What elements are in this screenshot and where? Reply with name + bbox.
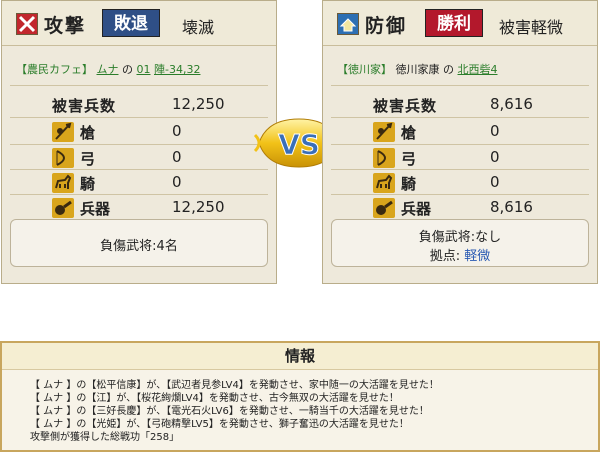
attack-unit-label: 槍 — [80, 124, 96, 142]
defense-role-label: 防御 — [365, 15, 408, 37]
defense-unit-label: 騎 — [401, 175, 417, 193]
attack-unit-row: 兵器 12,250 — [2, 196, 276, 220]
attack-unit-row: 弓 0 — [2, 146, 276, 170]
defense-unit-label: 弓 — [401, 150, 417, 168]
bow-icon — [373, 148, 395, 168]
defense-unit-label: 兵器 — [401, 200, 432, 218]
attack-role-label: 攻撃 — [44, 15, 87, 37]
defense-divider — [331, 85, 589, 86]
defense-unit-row: 弓 0 — [323, 146, 597, 170]
info-heading: 情報 — [2, 343, 598, 370]
bow-icon — [52, 148, 74, 168]
battle-log-entry: 【 ムナ 】の【松平信康】が、【武辺者見参LV4】を発動させ、家中随一の大活躍を… — [30, 380, 439, 391]
defense-unit-row: 騎 0 — [323, 171, 597, 195]
attack-unit-label: 騎 — [80, 175, 96, 193]
defense-place-link[interactable]: 北西砦4 — [458, 63, 498, 76]
defense-alliance-link[interactable]: 【徳川家】 — [337, 63, 392, 76]
attack-title-bar: 攻撃 敗退 壊滅 — [2, 1, 276, 46]
battle-log-entry: 【 ムナ 】の【光姫】が、【弓砲精撃LV5】を発動させ、獅子奮迅の大活躍を見せた… — [30, 419, 409, 430]
defense-damage-label: 被害兵数 — [373, 97, 438, 115]
defense-base-label: 拠点: — [429, 249, 461, 264]
battle-log: 【 ムナ 】の【松平信康】が、【武辺者見参LV4】を発動させ、家中随一の大活躍を… — [30, 379, 439, 444]
defense-unit-value: 0 — [490, 122, 500, 140]
defense-result-text: 被害軽微 — [499, 18, 564, 37]
attack-divider — [10, 169, 268, 170]
defense-panel: 防御 勝利 被害軽微 【徳川家】 徳川家康 の 北西砦4 被害兵数 8,616 … — [322, 0, 598, 284]
defense-unit-row: 槍 0 — [323, 120, 597, 144]
attack-outcome-badge: 敗退 — [102, 9, 160, 37]
attack-unit-value: 0 — [172, 173, 182, 191]
defense-outcome-badge: 勝利 — [425, 9, 483, 37]
attack-coords-link[interactable]: 陣-34,32 — [154, 63, 200, 76]
attack-injured-generals: 負傷武将:4名 — [100, 239, 178, 254]
attack-particle: の — [122, 63, 133, 76]
defense-unit-value: 0 — [490, 148, 500, 166]
defense-base-damage: 拠点: 軽微 — [332, 245, 588, 264]
horse-icon — [373, 173, 395, 193]
spear-icon — [373, 122, 395, 142]
attack-alliance-link[interactable]: 【農民カフェ】 — [16, 63, 93, 76]
attack-unit-value: 12,250 — [172, 198, 225, 216]
attack-unit-value: 0 — [172, 122, 182, 140]
attack-unit-row: 騎 0 — [2, 171, 276, 195]
attack-divider — [10, 85, 268, 86]
weapon-icon — [373, 198, 395, 218]
defense-injured-generals: 負傷武将:なし — [418, 230, 502, 245]
attack-unit-label: 兵器 — [80, 200, 111, 218]
defense-divider — [331, 194, 589, 195]
defense-divider — [331, 144, 589, 145]
attack-divider — [10, 144, 268, 145]
attack-unit-label: 弓 — [80, 150, 96, 168]
defense-unit-value: 0 — [490, 173, 500, 191]
attack-panel: 攻撃 敗退 壊滅 【農民カフェ】 ムナ の 01 陣-34,32 被害兵数 12… — [1, 0, 277, 284]
attack-player-link[interactable]: ムナ — [97, 63, 119, 76]
spear-icon — [52, 122, 74, 142]
attack-location: 【農民カフェ】 ムナ の 01 陣-34,32 — [16, 61, 200, 77]
defense-unit-row: 兵器 8,616 — [323, 196, 597, 220]
attack-unit-value: 0 — [172, 148, 182, 166]
defense-damage-value: 8,616 — [490, 95, 533, 113]
attack-divider — [10, 117, 268, 118]
vs-text: VS — [278, 128, 320, 161]
battle-log-entry: 【 ムナ 】の【三好長慶】が、【電光石火LV6】を発動させ、一騎当千の大活躍を見… — [30, 406, 429, 417]
defense-player-name: 徳川家康 — [395, 63, 440, 76]
attack-damage-label: 被害兵数 — [52, 97, 117, 115]
attack-emblem-icon — [16, 13, 38, 35]
defense-particle: の — [443, 63, 454, 76]
defense-unit-label: 槍 — [401, 124, 417, 142]
attack-damage-value: 12,250 — [172, 95, 225, 113]
attack-damage-row: 被害兵数 12,250 — [2, 93, 276, 117]
defense-base-value: 軽微 — [464, 249, 491, 264]
battle-info-box: 情報 【 ムナ 】の【松平信康】が、【武辺者見参LV4】を発動させ、家中随一の大… — [0, 341, 600, 452]
weapon-icon — [52, 198, 74, 218]
battle-log-entry: 攻撃側が獲得した総戦功「258」 — [30, 432, 180, 443]
defense-emblem-icon — [337, 13, 359, 35]
attack-place-link[interactable]: 01 — [137, 63, 151, 76]
defense-summary-box: 負傷武将:なし 拠点: 軽微 — [331, 219, 589, 267]
defense-divider — [331, 169, 589, 170]
attack-unit-row: 槍 0 — [2, 120, 276, 144]
attack-divider — [10, 194, 268, 195]
defense-damage-row: 被害兵数 8,616 — [323, 93, 597, 117]
defense-divider — [331, 117, 589, 118]
attack-result-text: 壊滅 — [182, 18, 215, 37]
defense-title-bar: 防御 勝利 被害軽微 — [323, 1, 597, 46]
battle-log-entry: 【 ムナ 】の【江】が、【桜花絢爛LV4】を発動させ、古今無双の大活躍を見せた！ — [30, 393, 399, 404]
horse-icon — [52, 173, 74, 193]
defense-location: 【徳川家】 徳川家康 の 北西砦4 — [337, 61, 498, 77]
attack-summary-box: 負傷武将:4名 — [10, 219, 268, 267]
defense-unit-value: 8,616 — [490, 198, 533, 216]
